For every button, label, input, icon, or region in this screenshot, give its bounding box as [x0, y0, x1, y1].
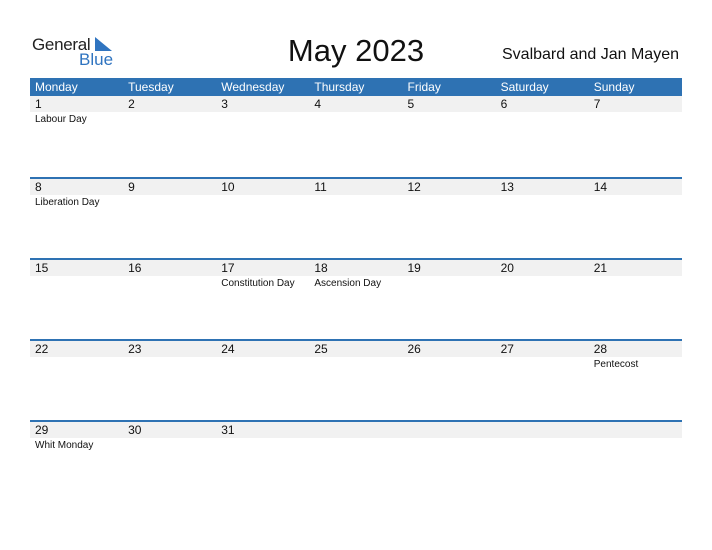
day-number: 29	[35, 423, 49, 437]
day-number: 7	[593, 97, 601, 111]
holiday-label	[309, 195, 402, 209]
holiday-label	[403, 112, 496, 126]
week-row: 15 16 17 18 19 20 21 Constitution Day Ascension …	[30, 258, 682, 339]
holiday-label	[403, 438, 496, 452]
holiday-label	[496, 195, 589, 209]
day-number: 8	[35, 180, 42, 194]
day-number: 23	[128, 342, 142, 356]
holiday-label	[496, 357, 589, 371]
day-number: 22	[35, 342, 49, 356]
holiday-label: Whit Monday	[35, 440, 94, 451]
holiday-label: Ascension Day	[314, 278, 382, 289]
holiday-label	[496, 112, 589, 126]
holiday-label	[589, 112, 682, 126]
day-number: 31	[221, 423, 235, 437]
weekday-wednesday: Wednesday	[221, 80, 285, 94]
holiday-label	[309, 438, 402, 452]
weekday-header: Monday Tuesday Wednesday Thursday Friday…	[30, 78, 682, 96]
date-bar: 15 16 17 18 19 20 21	[30, 260, 682, 276]
day-number: 18	[314, 261, 328, 275]
day-number: 24	[221, 342, 235, 356]
week-row: 29 30 31 Whit Monday	[30, 420, 682, 501]
day-number: 20	[500, 261, 514, 275]
holiday-label	[123, 276, 216, 290]
day-number	[403, 422, 496, 438]
day-number: 28	[593, 342, 608, 356]
day-number: 17	[221, 261, 235, 275]
day-number: 2	[128, 97, 135, 111]
weekday-sunday: Sunday	[593, 80, 635, 94]
day-number	[496, 422, 589, 438]
holiday-label	[403, 357, 496, 371]
day-number: 12	[407, 180, 421, 194]
day-number: 19	[407, 261, 421, 275]
weekday-saturday: Saturday	[500, 80, 549, 94]
events-row: Whit Monday	[30, 438, 682, 452]
day-number: 4	[314, 97, 322, 111]
holiday-label	[216, 112, 309, 126]
holiday-label	[123, 112, 216, 126]
holiday-label	[309, 357, 402, 371]
events-row: Constitution Day Ascension Day	[30, 276, 682, 290]
holiday-label: Liberation Day	[35, 197, 100, 208]
day-number: 10	[221, 180, 235, 194]
weeks-container: 1 2 3 4 5 6 7 Labour Day 8 9 10 11 12 13 14 Liberation …	[30, 96, 682, 501]
day-number: 13	[500, 180, 514, 194]
day-number: 16	[128, 261, 142, 275]
day-number: 26	[407, 342, 421, 356]
holiday-label: Pentecost	[593, 359, 639, 370]
date-bar: 8 9 10 11 12 13 14	[30, 179, 682, 195]
holiday-label	[216, 195, 309, 209]
week-row: 8 9 10 11 12 13 14 Liberation Day	[30, 177, 682, 258]
holiday-label	[216, 357, 309, 371]
holiday-label	[309, 112, 402, 126]
day-number: 1	[35, 97, 42, 111]
holiday-label	[403, 195, 496, 209]
day-number: 15	[35, 261, 49, 275]
day-number: 27	[500, 342, 514, 356]
weekday-tuesday: Tuesday	[128, 80, 174, 94]
day-number: 9	[128, 180, 135, 194]
holiday-label	[30, 357, 123, 371]
date-bar: 1 2 3 4 5 6 7	[30, 96, 682, 112]
holiday-label	[403, 276, 496, 290]
holiday-label: Labour Day	[35, 114, 87, 125]
day-number: 6	[500, 97, 508, 111]
day-number: 30	[128, 423, 142, 437]
holiday-label	[123, 438, 216, 452]
day-number: 14	[593, 180, 608, 194]
day-number: 3	[221, 97, 228, 111]
holiday-label	[496, 276, 589, 290]
region-label: Svalbard and Jan Mayen	[502, 46, 679, 63]
events-row: Labour Day	[30, 112, 682, 126]
calendar-grid: Monday Tuesday Wednesday Thursday Friday…	[30, 78, 682, 501]
weekday-thursday: Thursday	[314, 80, 365, 94]
day-number: 11	[314, 180, 327, 194]
day-number: 25	[314, 342, 328, 356]
holiday-label	[496, 438, 589, 452]
holiday-label	[589, 195, 682, 209]
day-number	[589, 422, 682, 438]
week-row: 22 23 24 25 26 27 28 Pentecost	[30, 339, 682, 420]
day-number	[309, 422, 402, 438]
holiday-label	[589, 438, 682, 452]
day-number: 5	[407, 97, 415, 111]
weekday-monday: Monday	[35, 80, 78, 94]
events-row: Pentecost	[30, 357, 682, 371]
events-row: Liberation Day	[30, 195, 682, 209]
date-bar: 29 30 31	[30, 422, 682, 438]
holiday-label: Constitution Day	[221, 278, 295, 289]
holiday-label	[30, 276, 123, 290]
holiday-label	[123, 195, 216, 209]
holiday-label	[216, 438, 309, 452]
day-number: 21	[593, 261, 608, 275]
week-row: 1 2 3 4 5 6 7 Labour Day	[30, 96, 682, 177]
weekday-friday: Friday	[407, 80, 441, 94]
holiday-label	[123, 357, 216, 371]
date-bar: 22 23 24 25 26 27 28	[30, 341, 682, 357]
holiday-label	[589, 276, 682, 290]
